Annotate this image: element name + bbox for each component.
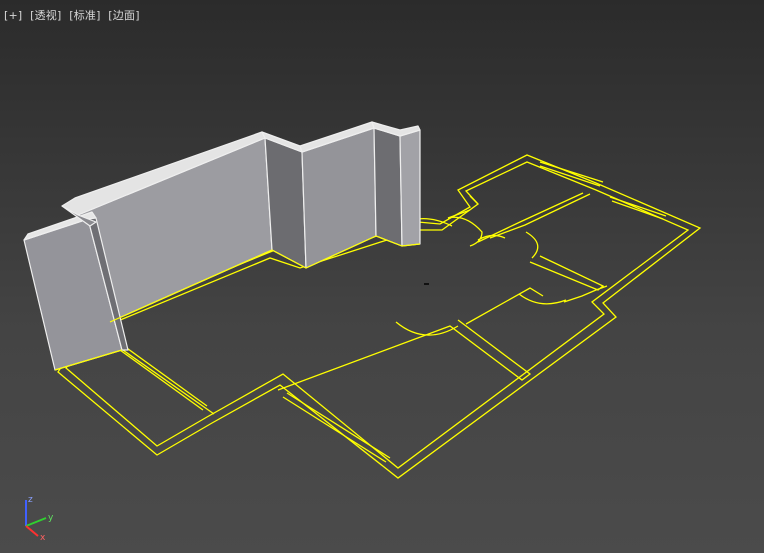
viewport-display-mode-menu[interactable]: [边面] bbox=[108, 9, 139, 22]
pivot-marker bbox=[424, 283, 429, 285]
x-axis-line bbox=[25, 525, 39, 537]
viewport-point-of-view-menu[interactable]: [透视] bbox=[30, 9, 61, 22]
right-pillar-front-face bbox=[399, 129, 421, 247]
right-pillar-side-face bbox=[373, 127, 403, 247]
perspective-viewport[interactable]: [+] [透视] [标准] [边面] z y x bbox=[0, 0, 764, 553]
x-axis-label: x bbox=[40, 533, 46, 542]
viewport-shading-menu[interactable]: [标准] bbox=[69, 9, 100, 22]
y-axis-line bbox=[25, 517, 47, 527]
z-axis-label: z bbox=[28, 495, 33, 505]
extruded-walls[interactable] bbox=[23, 121, 421, 371]
viewport-label-menu: [+] [透视] [标准] [边面] bbox=[4, 7, 140, 23]
scene-canvas[interactable] bbox=[0, 0, 764, 553]
xyz-axis-gizmo-icon: z y x bbox=[25, 495, 54, 542]
y-axis-label: y bbox=[48, 513, 54, 523]
viewport-general-menu[interactable]: [+] bbox=[4, 9, 22, 22]
